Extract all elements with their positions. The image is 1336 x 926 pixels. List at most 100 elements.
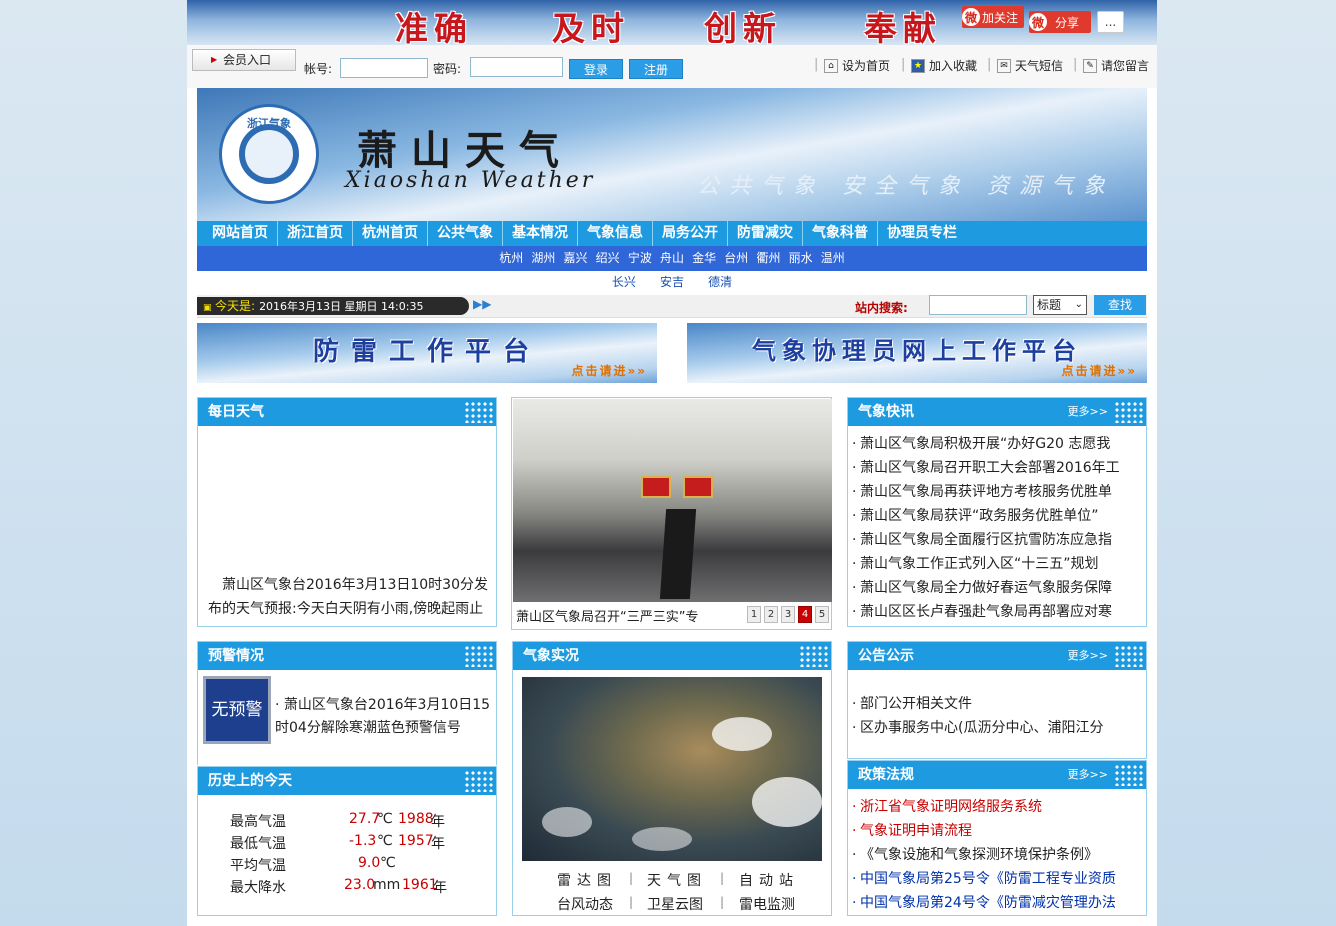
share-label: 分享 <box>1055 15 1080 30</box>
history-year: 1957 <box>398 833 434 849</box>
page-button[interactable]: 5 <box>815 606 829 623</box>
conference-table <box>659 509 697 599</box>
panel-title: 历史上的今天 <box>208 773 292 789</box>
city-link[interactable]: 金华 <box>692 251 716 265</box>
share-more-button[interactable]: ... <box>1097 11 1124 33</box>
page-button[interactable]: 2 <box>764 606 778 623</box>
city-link[interactable]: 舟山 <box>660 251 684 265</box>
assistant-platform-banner[interactable]: 气象协理员网上工作平台 点击请进»» <box>687 323 1147 383</box>
list-item[interactable]: · 萧山区区长卢春强赴气象局再部署应对寒 <box>852 600 1146 624</box>
city-link[interactable]: 宁波 <box>628 251 652 265</box>
double-chevron-icon: »» <box>627 364 647 378</box>
list-item[interactable]: · 中国气象局第25号令《防雷工程专业资质 <box>852 867 1146 891</box>
nav-home[interactable]: 网站首页 <box>197 221 278 246</box>
leave-message-link[interactable]: ✎ 请您留言 <box>1083 57 1149 74</box>
county-link[interactable]: 长兴 <box>612 275 636 289</box>
nav-science[interactable]: 气象科普 <box>803 221 878 246</box>
add-favorite-link[interactable]: ★ 加入收藏 <box>911 57 977 74</box>
page-button[interactable]: 1 <box>747 606 761 623</box>
history-label: 最低气温 <box>230 836 286 852</box>
county-link[interactable]: 德清 <box>708 275 732 289</box>
nav-weather-info[interactable]: 气象信息 <box>578 221 653 246</box>
page-button-active[interactable]: 4 <box>798 606 812 623</box>
satellite-image[interactable] <box>522 677 822 861</box>
list-item[interactable]: · 气象证明申请流程 <box>852 819 1146 843</box>
login-bar: ▶ 会员入口 帐号: 密码: 登录 注册 | ⌂ 设为首页 | ★ 加入收藏 | ✉… <box>187 45 1157 88</box>
list-item[interactable]: · 萧山气象工作正式列入区“十三五”规划 <box>852 552 1146 576</box>
nav-hangzhou[interactable]: 杭州首页 <box>353 221 428 246</box>
nav-lightning[interactable]: 防雷减灾 <box>728 221 803 246</box>
nav-assistant[interactable]: 协理员专栏 <box>878 221 966 246</box>
news-photo[interactable] <box>513 399 832 602</box>
search-button[interactable]: 查找 <box>1094 295 1146 315</box>
dots-decoration <box>1114 764 1144 786</box>
site-search-input[interactable] <box>929 295 1027 315</box>
weather-sms-link[interactable]: ✉ 天气短信 <box>997 57 1063 74</box>
main-nav: 网站首页 浙江首页 杭州首页 公共气象 基本情况 气象信息 局务公开 防雷减灾 … <box>197 221 1147 246</box>
city-link[interactable]: 绍兴 <box>596 251 620 265</box>
panel-title: 预警情况 <box>208 648 264 664</box>
nav-zhejiang[interactable]: 浙江首页 <box>278 221 353 246</box>
divider: | <box>629 895 634 909</box>
city-link[interactable]: 嘉兴 <box>564 251 588 265</box>
more-link[interactable]: 更多>> <box>1068 398 1108 426</box>
city-link[interactable]: 温州 <box>821 251 845 265</box>
radar-link[interactable]: 雷达图 <box>557 870 617 890</box>
register-button[interactable]: 注册 <box>629 59 683 79</box>
history-value: 9.0 <box>358 855 381 871</box>
satellite-link[interactable]: 卫星云图 <box>647 894 703 914</box>
more-link[interactable]: 更多>> <box>1068 761 1108 789</box>
lightning-monitor-link[interactable]: 雷电监测 <box>739 894 795 914</box>
county-link[interactable]: 安吉 <box>660 275 684 289</box>
photo-caption[interactable]: 萧山区气象局召开“三严三实”专 <box>516 606 698 625</box>
weibo-follow-button[interactable]: 微加关注 <box>962 6 1024 28</box>
page-button[interactable]: 3 <box>781 606 795 623</box>
divider: | <box>720 895 725 909</box>
weibo-icon: 微 <box>1029 13 1047 31</box>
login-button[interactable]: 登录 <box>569 59 623 79</box>
list-item[interactable]: · 萧山区气象局获评“政务服务优胜单位” <box>852 504 1146 528</box>
list-item[interactable]: · 萧山区气象局全面履行区抗雪防冻应急指 <box>852 528 1146 552</box>
account-input[interactable] <box>340 58 428 78</box>
city-link[interactable]: 丽水 <box>789 251 813 265</box>
list-item[interactable]: · 萧山区气象局召开职工大会部署2016年工 <box>852 456 1146 480</box>
nav-bureau-public[interactable]: 局务公开 <box>653 221 728 246</box>
notice-panel: 公告公示 更多>> · 部门公开相关文件 · 区办事服务中心(瓜沥分中心、浦阳江分 <box>847 641 1147 759</box>
lightning-platform-banner[interactable]: 防雷工作平台 点击请进»» <box>197 323 657 383</box>
city-nav: 杭州 湖州 嘉兴 绍兴 宁波 舟山 金华 台州 衢州 丽水 温州 <box>197 246 1147 271</box>
panel-title: 公告公示 <box>858 648 914 664</box>
typhoon-link[interactable]: 台风动态 <box>557 894 613 914</box>
history-unit: ℃ <box>380 855 396 871</box>
divider: | <box>720 871 725 885</box>
search-scope-select[interactable]: 标题 ⌄ <box>1033 295 1087 315</box>
list-item[interactable]: · 浙江省气象证明网络服务系统 <box>852 795 1146 819</box>
nav-basic-info[interactable]: 基本情况 <box>503 221 578 246</box>
list-item[interactable]: · 萧山区气象局全力做好春运气象服务保障 <box>852 576 1146 600</box>
city-link[interactable]: 湖州 <box>531 251 555 265</box>
weibo-share-button[interactable]: 微分享 <box>1029 11 1091 33</box>
member-entry-button[interactable]: ▶ 会员入口 <box>192 49 296 71</box>
history-panel: 历史上的今天 最高气温 27.7 ℃ 1988 年 最低气温 -1.3 ℃ 19… <box>197 766 497 916</box>
list-item[interactable]: · 中国气象局第24号令《防雷减灾管理办法 <box>852 891 1146 915</box>
list-item[interactable]: · 萧山区气象局再获评地方考核服务优胜单 <box>852 480 1146 504</box>
auto-station-link[interactable]: 自动站 <box>739 870 799 890</box>
warning-text[interactable]: · 萧山区气象台2016年3月10日15时04分解除寒潮蓝色预警信号 <box>275 694 497 740</box>
list-item[interactable]: · 萧山区气象局积极开展“办好G20 志愿我 <box>852 432 1146 456</box>
forecast-text[interactable]: 萧山区气象台2016年3月13日10时30分发布的天气预报:今天白天阴有小雨,傍… <box>208 573 492 621</box>
set-homepage-link[interactable]: ⌂ 设为首页 <box>824 57 890 74</box>
list-item[interactable]: · 部门公开相关文件 <box>852 692 1146 716</box>
nav-public-weather[interactable]: 公共气象 <box>428 221 503 246</box>
history-unit: mm <box>373 877 401 893</box>
city-link[interactable]: 杭州 <box>499 251 523 265</box>
city-link[interactable]: 衢州 <box>756 251 780 265</box>
more-link[interactable]: 更多>> <box>1068 642 1108 670</box>
red-screen <box>683 476 713 498</box>
password-input[interactable] <box>470 57 563 77</box>
site-search-label: 站内搜索: <box>855 301 908 315</box>
list-item[interactable]: · 区办事服务中心(瓜沥分中心、浦阳江分 <box>852 716 1146 740</box>
today-label: 今天是: <box>215 299 256 313</box>
list-item[interactable]: · 《气象设施和气象探测环境保护条例》 <box>852 843 1146 867</box>
city-link[interactable]: 台州 <box>724 251 748 265</box>
slogan-1: 准确 <box>395 9 473 48</box>
weather-map-link[interactable]: 天气图 <box>647 870 707 890</box>
